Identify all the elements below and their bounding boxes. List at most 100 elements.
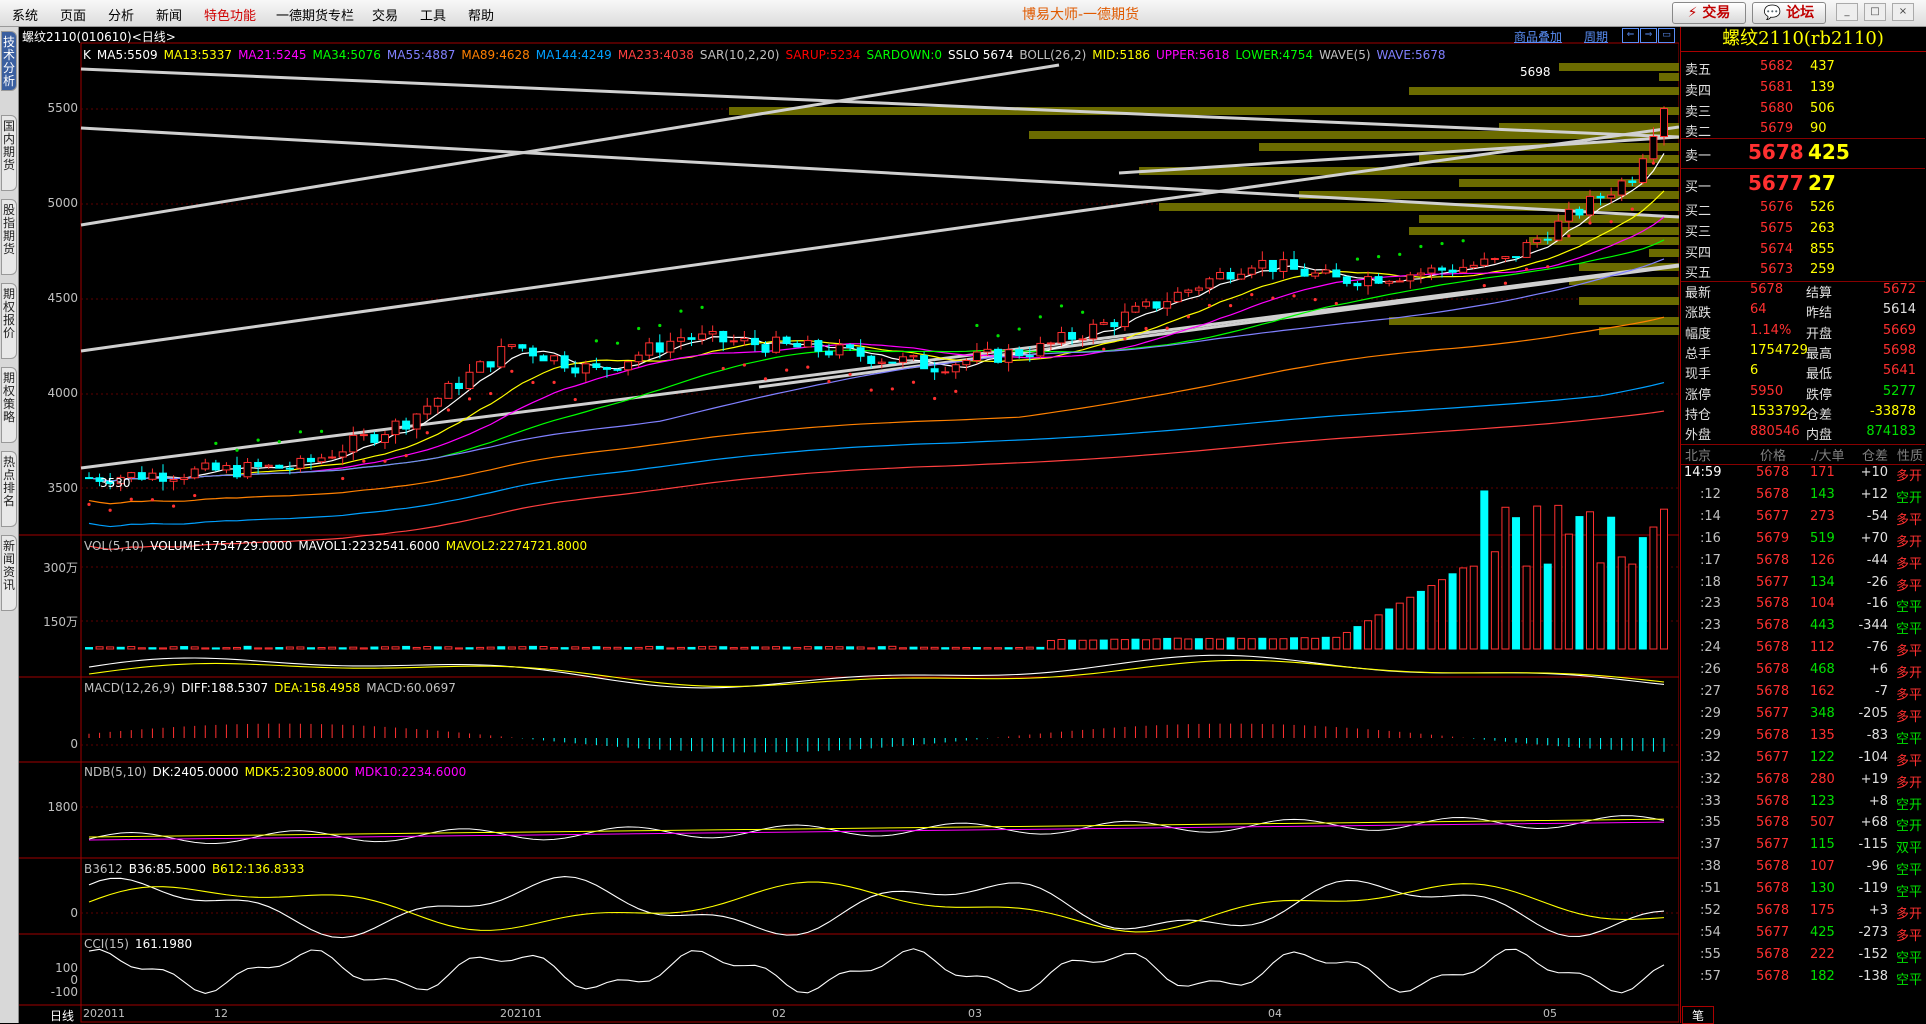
- volume-bar: [550, 647, 559, 650]
- sar-dot: [1313, 298, 1317, 302]
- x-label: 03: [968, 1007, 982, 1020]
- sar-dot: [954, 389, 958, 393]
- sar-dot: [721, 366, 725, 371]
- volume-bar: [1311, 637, 1320, 650]
- candle-body: [402, 420, 411, 430]
- bid-volume: 259: [1810, 262, 1835, 277]
- tab-index-futures[interactable]: 股指期货: [1, 199, 17, 275]
- volume-bar: [941, 647, 950, 650]
- tick-nature: 多平: [1896, 578, 1923, 594]
- candle-body: [1459, 266, 1468, 273]
- period-link[interactable]: 周期: [1584, 28, 1608, 45]
- candle-body: [750, 337, 759, 346]
- candle-body: [793, 342, 802, 348]
- sar-dot: [594, 339, 598, 343]
- ma-line: [88, 410, 1665, 550]
- menu-analysis[interactable]: 分析: [108, 5, 134, 24]
- volume-bar: [497, 646, 506, 650]
- tick-time: :24: [1700, 640, 1721, 656]
- stat-label: 外盘: [1685, 428, 1712, 444]
- tab-domestic-futures[interactable]: 国内期货: [1, 115, 17, 191]
- candle-body: [328, 456, 337, 459]
- volume-bar: [571, 646, 580, 650]
- candle-body: [1025, 355, 1034, 358]
- tick-oi-change: +12: [1860, 486, 1888, 502]
- candle-body: [380, 434, 389, 443]
- menu-page[interactable]: 页面: [60, 5, 86, 24]
- sar-dot: [383, 459, 387, 463]
- candle-body: [444, 382, 453, 399]
- volume-bar: [782, 646, 791, 650]
- tick-time: :26: [1700, 662, 1721, 678]
- menu-help[interactable]: 帮助: [468, 5, 494, 24]
- forum-button[interactable]: 💬 论坛: [1752, 2, 1826, 24]
- candle-body: [359, 434, 368, 437]
- main-indicator-legend: K MA5:5509 MA13:5337 MA21:5245 MA34:5076 MA55…: [83, 48, 1452, 62]
- close-icon[interactable]: ×: [1892, 3, 1914, 21]
- candle-body: [1480, 258, 1489, 266]
- tab-option-strategy[interactable]: 期权策略: [1, 367, 17, 443]
- b3612-indicator-legend: B3612 B36:85.5000 B612:136.8333: [84, 862, 310, 876]
- tick-time: :38: [1700, 859, 1721, 875]
- zoom-in-icon[interactable]: ⇒: [1640, 28, 1657, 43]
- candle-body: [624, 361, 633, 371]
- divider: [1681, 281, 1925, 282]
- candle-body: [1036, 342, 1045, 357]
- menu-column[interactable]: 一德期货专栏: [276, 5, 354, 24]
- volume-bar: [116, 646, 125, 650]
- volume-bar: [602, 646, 611, 650]
- candle-body: [1342, 276, 1351, 284]
- layout-icon[interactable]: ▭: [1658, 28, 1675, 43]
- overlay-link[interactable]: 商品叠加: [1514, 28, 1562, 45]
- stat-value: 5614: [1882, 302, 1916, 318]
- volume-bar: [1554, 504, 1563, 650]
- menu-tools[interactable]: 工具: [420, 5, 446, 24]
- candle-body: [1068, 332, 1077, 340]
- sar-dot: [1355, 257, 1360, 261]
- candle-body: [412, 413, 421, 430]
- tick-price: 5677: [1756, 508, 1790, 524]
- candle-body: [349, 434, 358, 453]
- ask-volume: 425: [1808, 140, 1850, 164]
- volume-bar: [1173, 637, 1182, 650]
- tab-option-quotes[interactable]: 期权报价: [1, 283, 17, 359]
- zoom-out-icon[interactable]: ⇐: [1622, 28, 1639, 43]
- sar-dot: [489, 391, 493, 396]
- tick-time: :57: [1700, 968, 1721, 984]
- tick-time: :14: [1700, 508, 1721, 524]
- sar-dot: [1609, 220, 1613, 224]
- trendlines: [80, 63, 1679, 470]
- maximize-icon[interactable]: □: [1864, 3, 1886, 21]
- tab-ticks[interactable]: 笔: [1682, 1006, 1714, 1024]
- volume-bar: [95, 646, 104, 650]
- menu-trade[interactable]: 交易: [372, 5, 398, 24]
- tick-price: 5678: [1756, 968, 1790, 984]
- tick-oi-change: -119: [1858, 881, 1888, 897]
- divider: [1681, 168, 1925, 169]
- quote-title: 螺纹2110(rb2110): [1680, 27, 1926, 52]
- tab-technical-analysis[interactable]: 技术分析: [1, 31, 17, 91]
- volume-bar: [1512, 517, 1521, 650]
- tab-news[interactable]: 新闻资讯: [1, 535, 17, 611]
- tick-time: :29: [1700, 727, 1721, 743]
- minimize-icon[interactable]: _: [1836, 3, 1858, 21]
- sar-dot: [235, 448, 239, 452]
- menu-special[interactable]: 特色功能: [204, 5, 256, 24]
- tick-oi-change: +19: [1860, 771, 1888, 787]
- menu-system[interactable]: 系统: [12, 5, 38, 24]
- tab-hot-ranking[interactable]: 热点排名: [1, 451, 17, 527]
- candle-body: [920, 355, 929, 370]
- trade-button[interactable]: ⚡ 交易: [1672, 2, 1746, 24]
- sar-dot: [1165, 326, 1169, 330]
- volume-bar: [1226, 637, 1235, 650]
- candle-body: [1353, 282, 1362, 287]
- volume-bar: [1364, 620, 1373, 650]
- sar-dot: [1081, 310, 1085, 314]
- tick-oi-change: -205: [1858, 705, 1888, 721]
- bid-label: 买四: [1685, 246, 1712, 261]
- menu-news[interactable]: 新闻: [156, 5, 182, 24]
- candle-body: [962, 360, 971, 366]
- candle-body: [846, 344, 855, 349]
- tick-nature: 空平: [1896, 622, 1923, 638]
- tick-price: 5678: [1756, 465, 1790, 480]
